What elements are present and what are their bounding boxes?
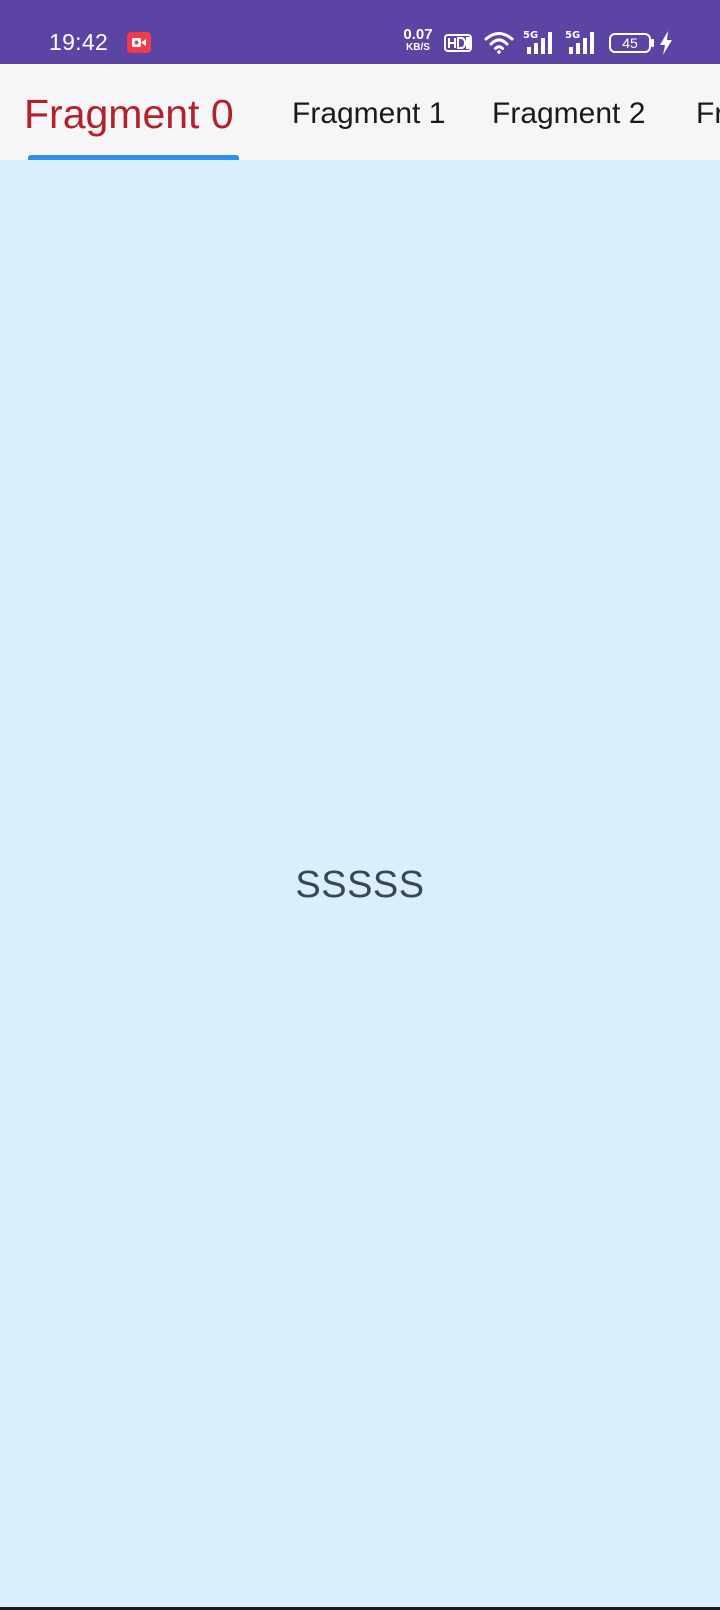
content-text: SSSSS	[295, 864, 425, 906]
fragment-content: SSSSS	[0, 161, 720, 1610]
status-bar: 19:42 0.07 KB/S 5G 5G 45	[0, 0, 720, 64]
tab-fragment-3[interactable]: Fragment 3	[696, 64, 720, 160]
tab-fragment-1[interactable]: Fragment 1	[292, 64, 445, 160]
tab-fragment-0[interactable]: Fragment 0	[24, 64, 234, 160]
status-time: 19:42	[49, 29, 109, 55]
hd-icon	[444, 34, 472, 52]
network-speed-value: 0.07	[403, 26, 433, 43]
signal-5g-icon: 5G	[523, 30, 552, 54]
network-speed: 0.07 KB/S	[401, 26, 435, 53]
tab-fragment-2[interactable]: Fragment 2	[492, 64, 645, 160]
screen: 19:42 0.07 KB/S 5G 5G 45 Fragment 0 Frag…	[0, 0, 720, 1610]
screen-record-icon	[127, 32, 151, 53]
charging-bolt-icon	[660, 31, 672, 55]
network-speed-unit: KB/S	[406, 42, 430, 53]
svg-text:5G: 5G	[523, 30, 538, 41]
wifi-icon	[484, 32, 514, 54]
signal-5g-icon: 5G	[565, 30, 594, 54]
svg-text:5G: 5G	[565, 30, 580, 41]
battery-level: 45	[622, 35, 638, 51]
tab-bar: Fragment 0 Fragment 1 Fragment 2 Fragmen…	[0, 64, 720, 161]
